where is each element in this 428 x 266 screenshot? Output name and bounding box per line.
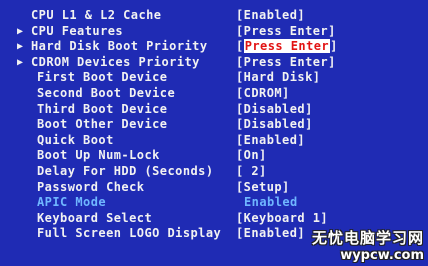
submenu-arrow-icon: ▶ xyxy=(17,41,24,53)
setting-label: Third Boot Device xyxy=(37,101,168,116)
setting-row-keyboard-select[interactable]: Keyboard Select [Keyboard 1] xyxy=(0,211,428,227)
setting-value[interactable]: [Enabled] xyxy=(236,133,305,149)
setting-label: Boot Other Device xyxy=(37,117,168,132)
setting-label: CDROM Devices Priority xyxy=(31,54,200,69)
setting-value-selected[interactable]: [Press Enter] xyxy=(236,39,338,55)
setting-row-hdd-boot-priority[interactable]: ▶ Hard Disk Boot Priority [Press Enter] xyxy=(0,39,428,55)
setting-label: APIC Mode xyxy=(37,195,107,210)
setting-value[interactable]: [Enabled] xyxy=(236,226,305,242)
setting-row-password-check[interactable]: Password Check [Setup] xyxy=(0,180,428,196)
setting-row-numlock[interactable]: Boot Up Num-Lock [On] xyxy=(0,148,428,164)
setting-value[interactable]: [Press Enter] xyxy=(236,55,336,71)
setting-label: Delay For HDD (Seconds) xyxy=(37,163,214,178)
bios-setup-screen: CPU L1 & L2 Cache [Enabled] ▶ CPU Featur… xyxy=(0,0,428,266)
setting-row-cpu-cache[interactable]: CPU L1 & L2 Cache [Enabled] xyxy=(0,8,428,24)
setting-label: Hard Disk Boot Priority xyxy=(31,39,208,54)
setting-label: Full Screen LOGO Display xyxy=(37,226,222,241)
setting-row-cpu-features[interactable]: ▶ CPU Features [Press Enter] xyxy=(0,24,428,40)
setting-value: Enabled xyxy=(244,195,298,210)
setting-value[interactable]: [Keyboard 1] xyxy=(236,211,328,227)
setting-label: Boot Up Num-Lock xyxy=(37,148,160,163)
setting-label: Quick Boot xyxy=(37,132,114,147)
setting-value[interactable]: [Hard Disk] xyxy=(236,70,320,86)
submenu-arrow-icon: ▶ xyxy=(17,56,24,68)
setting-row-second-boot[interactable]: Second Boot Device [CDROM] xyxy=(0,86,428,102)
setting-value[interactable]: [Setup] xyxy=(236,180,290,196)
setting-label: First Boot Device xyxy=(37,70,168,85)
setting-label: Password Check xyxy=(37,179,145,194)
setting-value[interactable]: [Press Enter] xyxy=(236,24,336,40)
watermark-url: wypcw.com xyxy=(340,248,424,263)
setting-value[interactable]: [CDROM] xyxy=(236,86,290,102)
setting-row-quick-boot[interactable]: Quick Boot [Enabled] xyxy=(0,133,428,149)
setting-value[interactable]: [ 2] xyxy=(236,164,267,180)
boot-settings-list: CPU L1 & L2 Cache [Enabled] ▶ CPU Featur… xyxy=(0,8,428,242)
setting-label: Keyboard Select xyxy=(37,210,153,225)
selected-highlight[interactable]: Press Enter xyxy=(243,39,331,54)
bracket-close: ] xyxy=(330,39,338,54)
submenu-arrow-icon: ▶ xyxy=(17,25,24,37)
bracket-open: [ xyxy=(236,39,244,54)
setting-row-hdd-delay[interactable]: Delay For HDD (Seconds) [ 2] xyxy=(0,164,428,180)
setting-value[interactable]: [Disabled] xyxy=(236,102,313,118)
setting-row-apic-mode: APIC Mode Enabled xyxy=(0,195,428,211)
site-watermark: 无忧电脑学习网 wypcw.com xyxy=(310,227,424,263)
setting-value[interactable]: [Enabled] xyxy=(236,8,305,24)
setting-label: CPU Features xyxy=(31,23,124,38)
setting-row-cdrom-priority[interactable]: ▶ CDROM Devices Priority [Press Enter] xyxy=(0,55,428,71)
setting-row-boot-other[interactable]: Boot Other Device [Disabled] xyxy=(0,117,428,133)
setting-row-third-boot[interactable]: Third Boot Device [Disabled] xyxy=(0,102,428,118)
setting-value[interactable]: [Disabled] xyxy=(236,117,313,133)
setting-value[interactable]: [On] xyxy=(236,148,267,164)
setting-label: CPU L1 & L2 Cache xyxy=(31,8,162,22)
setting-label: Second Boot Device xyxy=(37,85,176,100)
watermark-title: 无忧电脑学习网 xyxy=(311,229,424,247)
setting-row-first-boot[interactable]: First Boot Device [Hard Disk] xyxy=(0,70,428,86)
